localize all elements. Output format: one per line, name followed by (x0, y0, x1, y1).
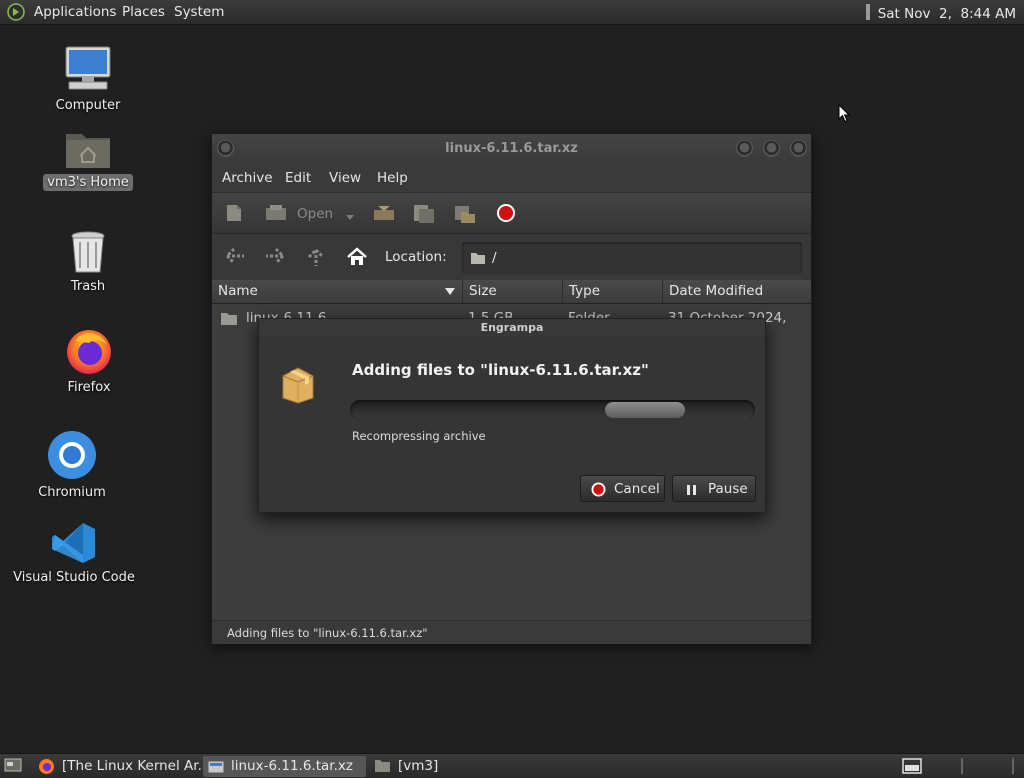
places-menu[interactable]: Places (122, 4, 165, 20)
progress-pulse (605, 402, 685, 418)
window-titlebar[interactable]: linux-6.11.6.tar.xz (212, 134, 811, 164)
home-folder-icon (66, 134, 110, 168)
close-button[interactable] (790, 140, 807, 157)
dialog-subtext: Recompressing archive (352, 429, 486, 443)
system-menu[interactable]: System (174, 4, 224, 20)
cancel-label: Cancel (614, 481, 660, 497)
column-size[interactable]: Size (463, 280, 563, 303)
maximize-button[interactable] (763, 140, 780, 157)
panel-separator (961, 758, 963, 774)
taskbar-item-archive[interactable]: linux-6.11.6.tar.xz (203, 756, 366, 777)
folder-icon (375, 760, 390, 772)
firefox-icon (67, 330, 111, 374)
minimize-button[interactable] (736, 140, 753, 157)
add-folder-icon[interactable] (453, 203, 477, 229)
taskbar-item-label: [The Linux Kernel Ar... (62, 758, 211, 774)
stop-icon[interactable] (496, 203, 516, 227)
workspace-switcher-icon[interactable] (902, 758, 922, 778)
trash-icon (71, 231, 105, 273)
cancel-button[interactable]: Cancel (580, 475, 665, 502)
status-text: Adding files to "linux-6.11.6.tar.xz" (227, 626, 428, 640)
show-desktop-icon[interactable] (4, 757, 22, 778)
desktop-icon-home[interactable]: vm3's Home (23, 128, 153, 191)
column-date-label: Date Modified (669, 283, 764, 299)
mouse-cursor-icon (838, 104, 850, 123)
new-archive-icon[interactable] (224, 203, 244, 227)
chromium-icon (48, 431, 96, 479)
column-header: Name Size Type Date Modified (212, 280, 811, 304)
desktop-icon-label: Firefox (67, 380, 111, 395)
column-date-modified[interactable]: Date Modified (663, 280, 811, 303)
menu-archive[interactable]: Archive (222, 170, 273, 186)
column-name-label: Name (218, 283, 258, 299)
window-menu-button[interactable] (217, 140, 234, 157)
folder-icon (221, 313, 237, 325)
back-arrow-icon[interactable] (224, 247, 246, 269)
home-icon[interactable] (346, 247, 368, 271)
taskbar-item-folder[interactable]: [vm3] (370, 756, 490, 777)
vscode-icon (52, 523, 95, 563)
column-type[interactable]: Type (563, 280, 663, 303)
dialog-title: Engrampa (259, 319, 765, 337)
desktop-icon-chromium[interactable]: Chromium (7, 430, 137, 501)
open-archive-icon[interactable] (264, 203, 288, 227)
location-field[interactable]: / (462, 242, 802, 274)
forward-arrow-icon[interactable] (264, 247, 286, 269)
mate-logo-icon[interactable] (7, 3, 25, 25)
pause-button[interactable]: Pause (672, 475, 756, 502)
cancel-icon (591, 482, 606, 497)
menu-help[interactable]: Help (377, 170, 408, 186)
window-title: linux-6.11.6.tar.xz (445, 141, 578, 156)
desktop-icon-label: Computer (55, 98, 121, 113)
pause-icon (687, 485, 696, 495)
status-bar: Adding files to "linux-6.11.6.tar.xz" (212, 620, 811, 644)
toolbar: Open (212, 192, 811, 234)
taskbar-item-firefox[interactable]: [The Linux Kernel Ar... (34, 756, 210, 777)
firefox-icon (39, 759, 54, 774)
column-name[interactable]: Name (212, 280, 463, 303)
taskbar-item-label: [vm3] (398, 758, 439, 774)
location-label: Location: (385, 249, 447, 265)
up-arrow-icon[interactable] (306, 247, 326, 271)
add-files-icon[interactable] (412, 203, 436, 229)
applications-menu[interactable]: Applications (34, 4, 116, 20)
panel-handle (865, 4, 870, 20)
extract-icon[interactable] (372, 203, 396, 227)
desktop-icon-firefox[interactable]: Firefox (24, 327, 154, 396)
archive-package-icon (282, 367, 314, 404)
sort-descending-icon (445, 288, 455, 295)
folder-icon (471, 253, 485, 264)
open-dropdown-arrow-icon[interactable] (345, 207, 355, 226)
pause-label: Pause (708, 481, 748, 497)
progress-bar (350, 400, 755, 420)
desktop-icon-trash[interactable]: Trash (23, 230, 153, 295)
progress-dialog: Engrampa Adding files to "linux-6.11.6.t… (258, 318, 766, 513)
desktop-icon-label: Visual Studio Code (13, 570, 135, 585)
computer-icon (65, 46, 111, 90)
menu-bar: Archive Edit View Help (212, 164, 811, 192)
desktop-icon-computer[interactable]: Computer (23, 45, 153, 114)
desktop-icon-label: Trash (70, 279, 106, 294)
desktop-icon-label: vm3's Home (43, 174, 133, 191)
top-panel: Applications Places System Sat Nov 2, 8:… (0, 0, 1024, 25)
location-bar: Location: / (212, 234, 811, 280)
column-type-label: Type (569, 283, 601, 299)
clock-applet[interactable]: Sat Nov 2, 8:44 AM (865, 4, 1016, 22)
taskbar-item-label: linux-6.11.6.tar.xz (231, 758, 353, 774)
menu-edit[interactable]: Edit (285, 170, 311, 186)
bottom-panel: [The Linux Kernel Ar... linux-6.11.6.tar… (0, 753, 1024, 778)
location-path: / (492, 250, 497, 266)
panel-separator (1012, 758, 1014, 774)
dialog-heading: Adding files to "linux-6.11.6.tar.xz" (352, 361, 649, 379)
menu-view[interactable]: View (329, 170, 361, 186)
archive-icon (207, 760, 225, 774)
desktop-icon-vscode[interactable]: Visual Studio Code (9, 521, 139, 586)
column-size-label: Size (469, 283, 497, 299)
open-button-label[interactable]: Open (297, 206, 333, 222)
clock-label: Sat Nov 2, 8:44 AM (877, 6, 1016, 22)
desktop-icon-label: Chromium (38, 485, 106, 500)
